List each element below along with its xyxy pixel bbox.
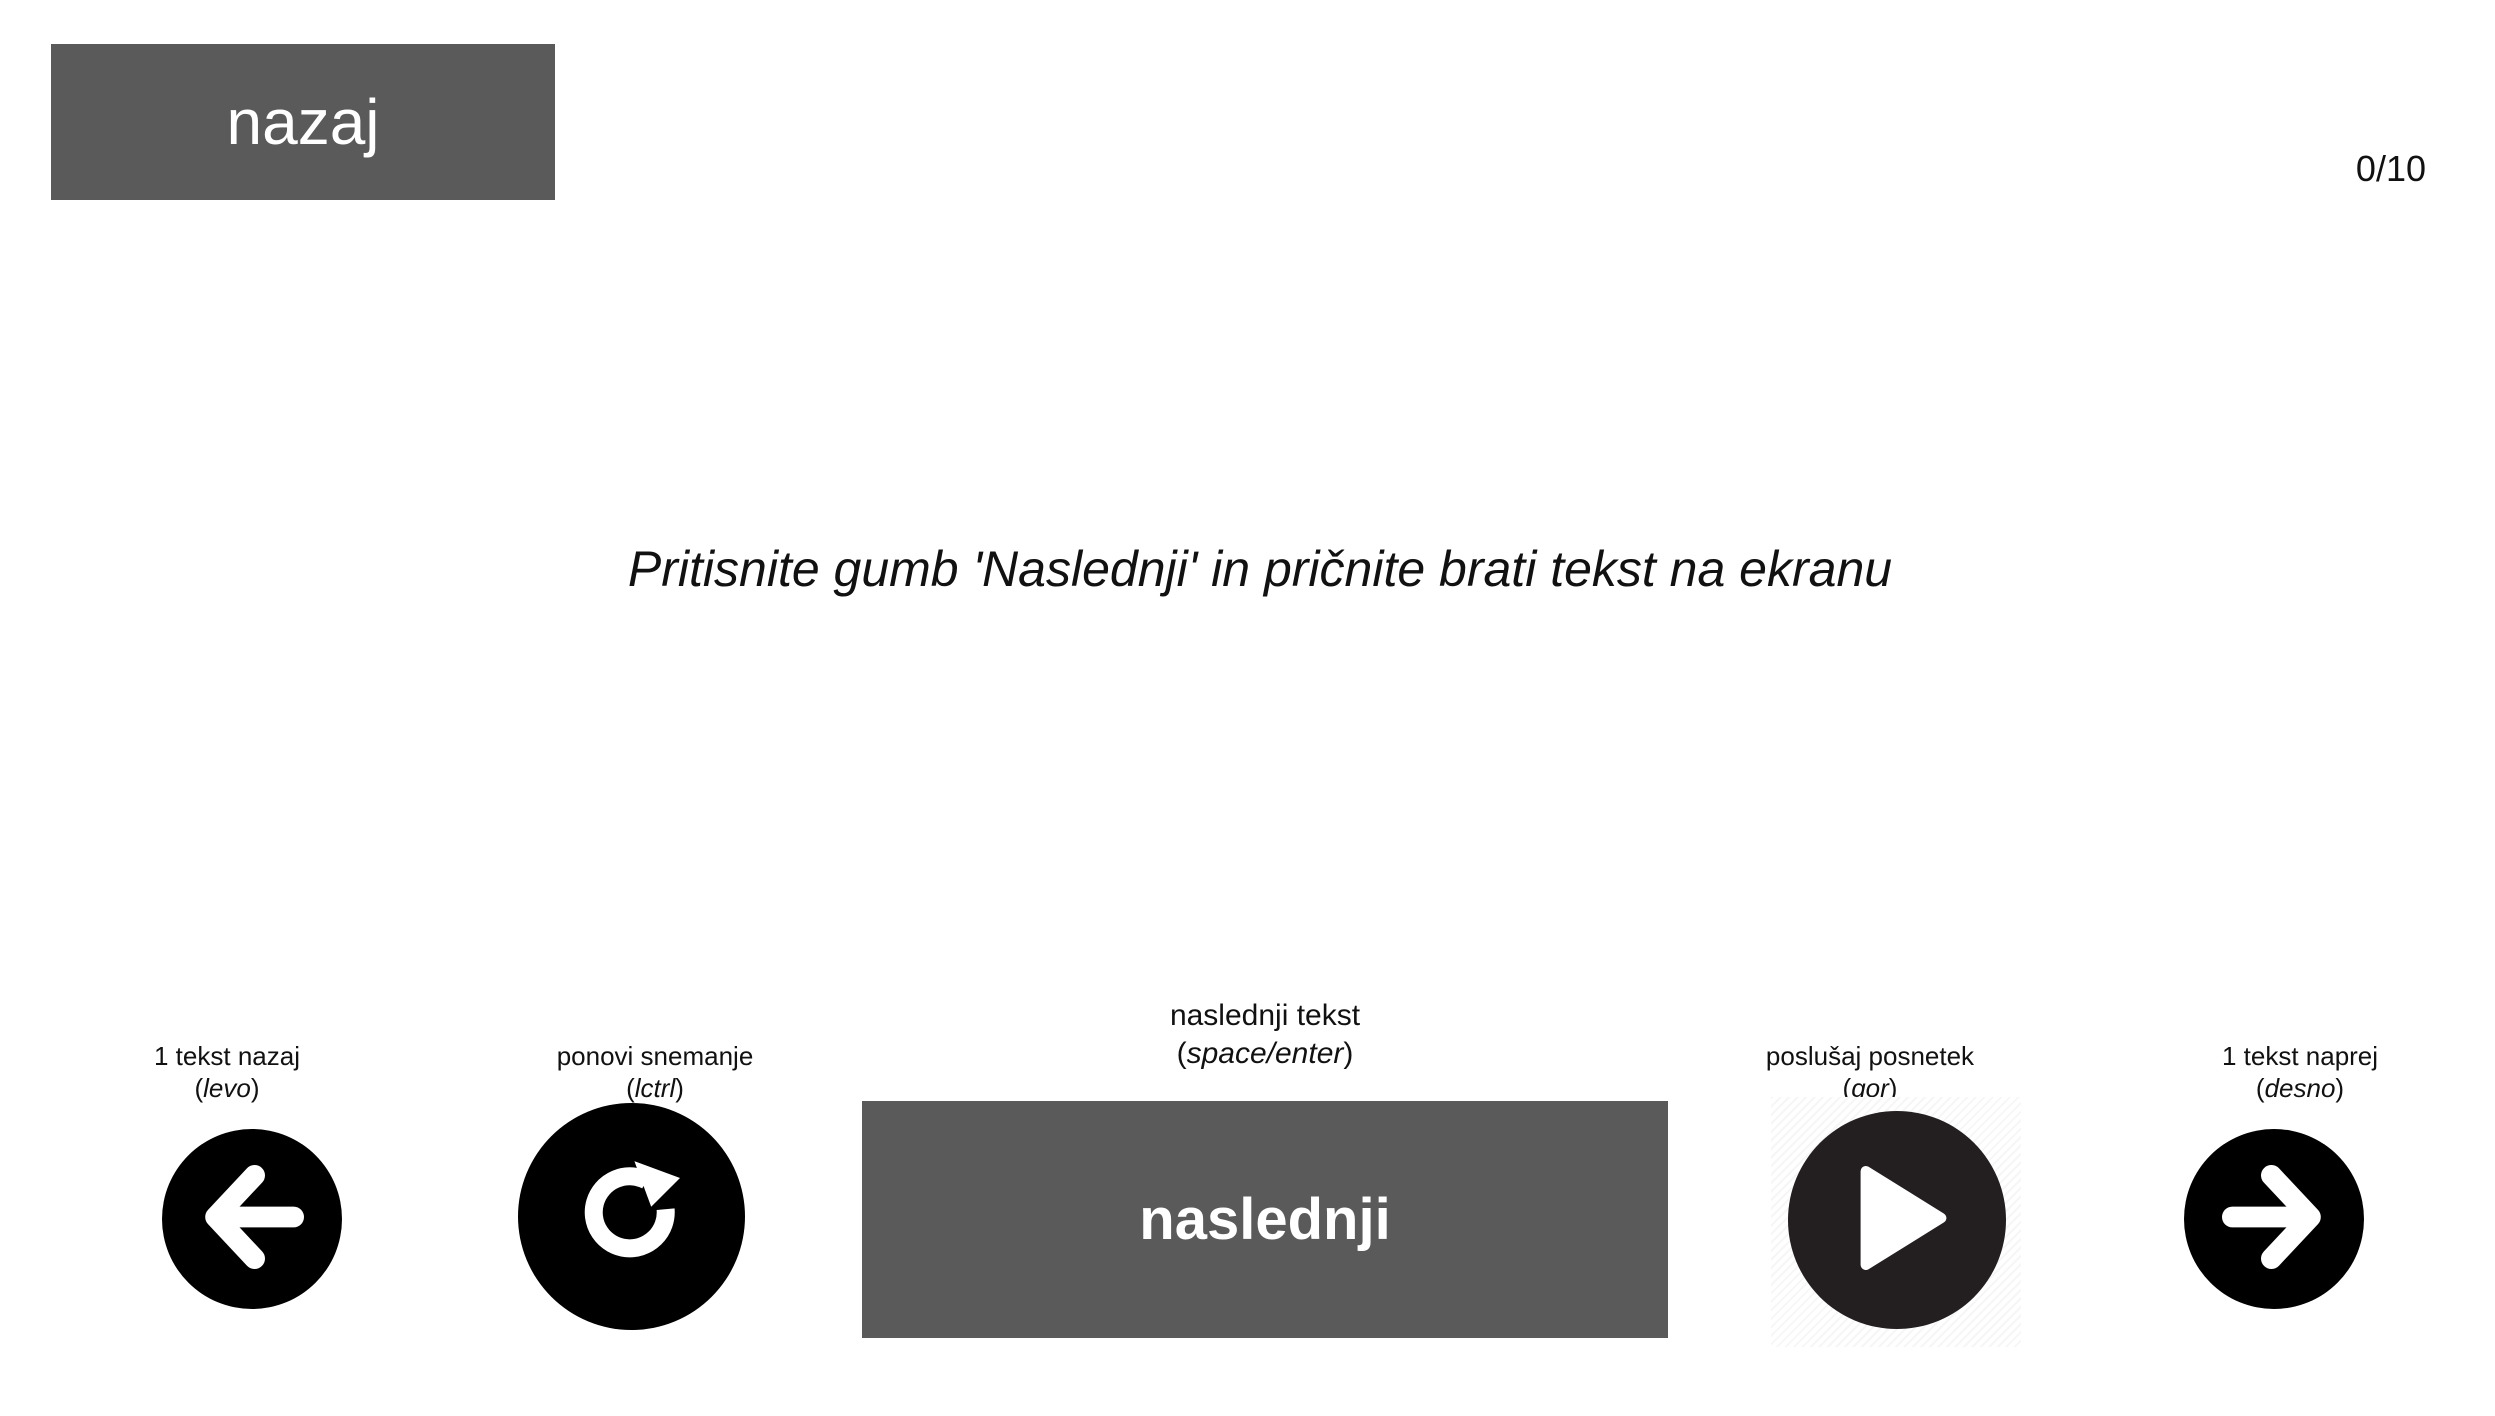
back-button-label: nazaj <box>226 86 380 158</box>
redo-icon <box>572 1154 692 1279</box>
instruction-text: Pritisnite gumb 'Naslednji' in pričnite … <box>627 541 1893 597</box>
arrow-left-icon <box>187 1152 317 1287</box>
rerecord-button[interactable] <box>518 1103 745 1330</box>
progress-counter: 0/10 <box>2355 148 2426 189</box>
back-button[interactable]: nazaj <box>51 44 555 200</box>
rerecord-key: (lctrl) <box>626 1073 684 1103</box>
next-text-caption: naslednji tekst <box>1169 999 1361 1032</box>
listen-button-area <box>1771 1097 2021 1347</box>
prev-text-key: (levo) <box>194 1073 260 1103</box>
next-button[interactable]: naslednji <box>862 1101 1668 1338</box>
next-skip-key: (desno) <box>2255 1073 2345 1103</box>
prev-text-button[interactable] <box>162 1129 342 1309</box>
listen-caption: poslušaj posnetek <box>1765 1041 1975 1071</box>
next-text-key: (space/enter) <box>1176 1037 1354 1070</box>
next-text-label: naslednji tekst (space/enter) <box>1100 997 1430 1073</box>
listen-button[interactable] <box>1788 1111 2006 1329</box>
play-icon <box>1832 1153 1962 1288</box>
prev-text-label: 1 tekst nazaj (levo) <box>127 1040 327 1104</box>
next-button-label: naslednji <box>1139 1187 1391 1252</box>
rerecord-label: ponovi snemanje (lctrl) <box>535 1040 775 1104</box>
rerecord-caption: ponovi snemanje <box>556 1041 754 1071</box>
listen-label: poslušaj posnetek (gor) <box>1740 1040 2000 1104</box>
next-skip-button[interactable] <box>2184 1129 2364 1309</box>
next-skip-caption: 1 tekst naprej <box>2221 1041 2379 1071</box>
next-skip-label: 1 tekst naprej (desno) <box>2200 1040 2400 1104</box>
arrow-right-icon <box>2209 1152 2339 1287</box>
prev-text-caption: 1 tekst nazaj <box>154 1041 300 1071</box>
